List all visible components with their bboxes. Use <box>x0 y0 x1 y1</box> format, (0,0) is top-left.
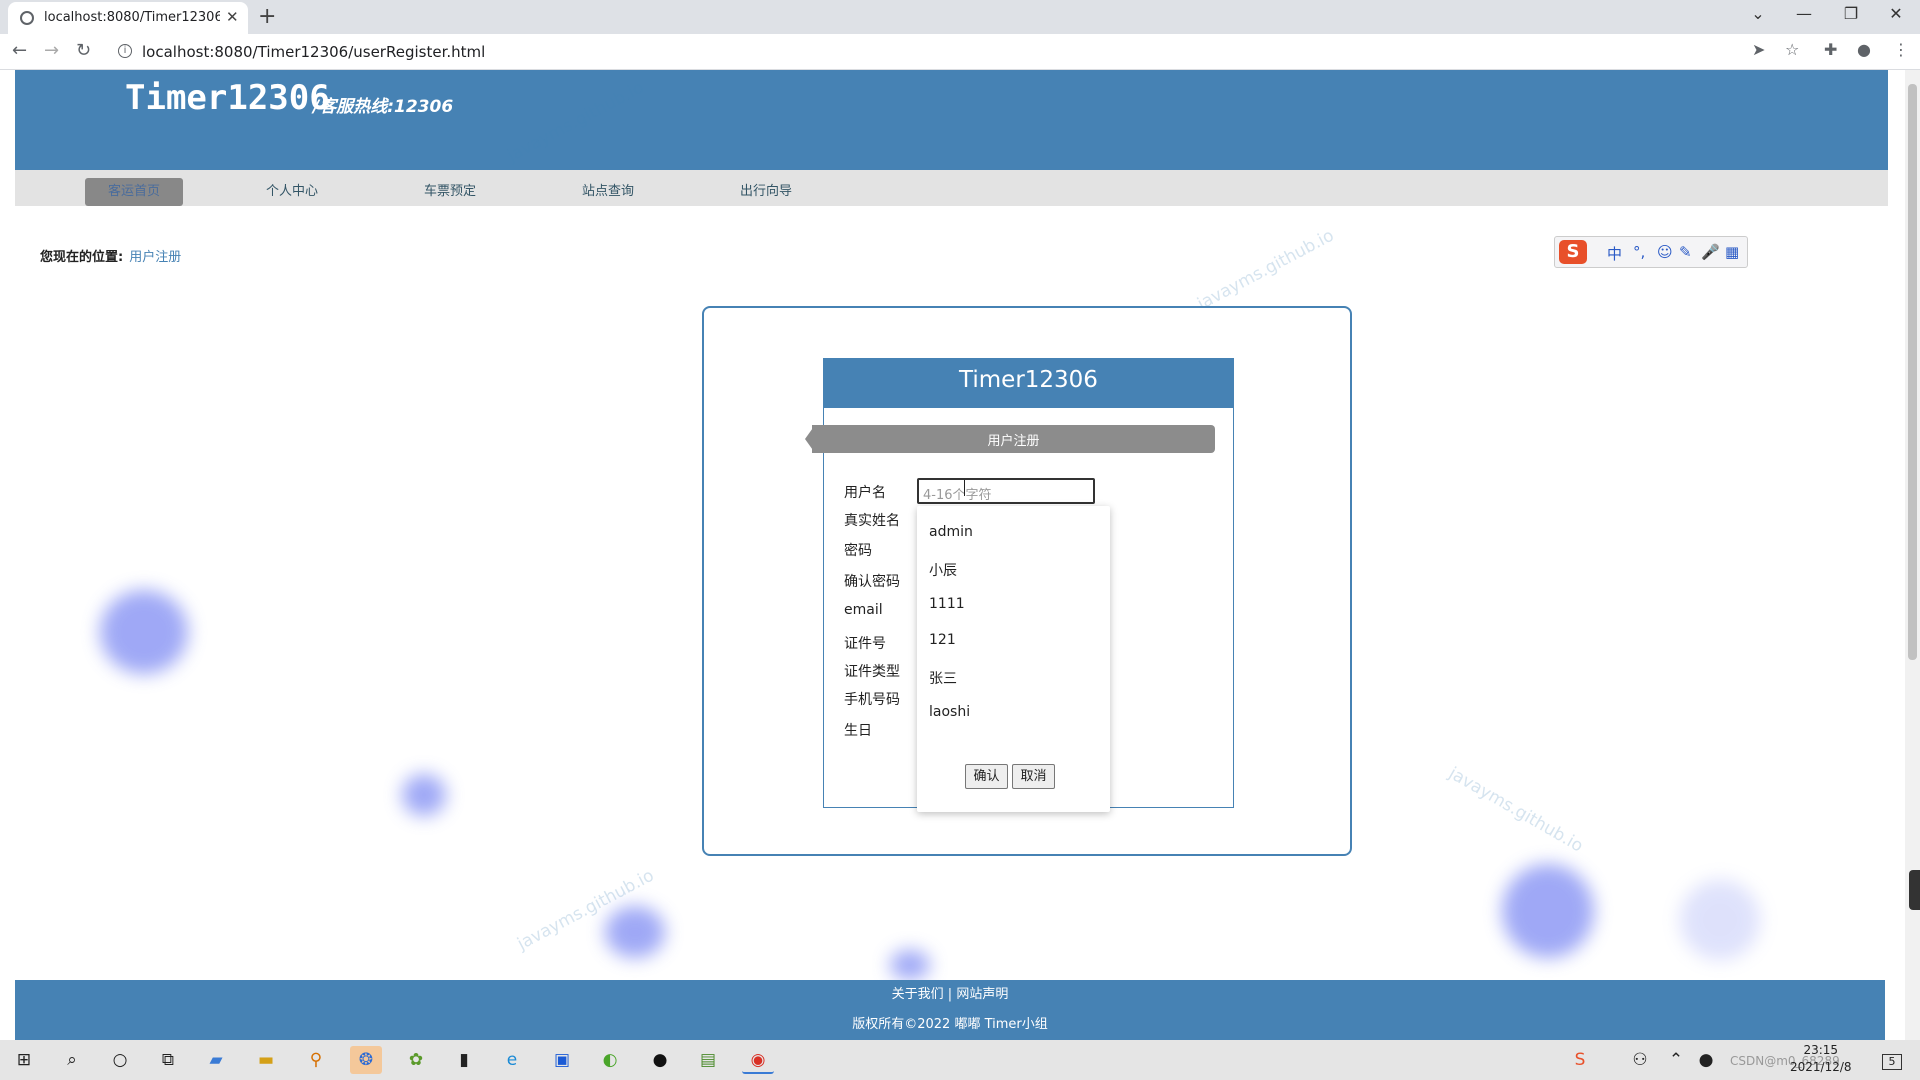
reload-icon[interactable]: ↻ <box>76 40 91 61</box>
ime-toolbar[interactable]: S 中 °, ☺ ✎ 🎤 ▦ <box>1554 236 1748 268</box>
autocomplete-option[interactable]: admin <box>929 524 973 540</box>
app-icon[interactable]: ◐ <box>594 1046 626 1074</box>
qq-icon[interactable]: ● <box>644 1046 676 1074</box>
footer-links[interactable]: 关于我们 | 网站声明 <box>15 983 1885 1002</box>
decorative-blob <box>1680 880 1760 960</box>
meeting-icon[interactable]: ▣ <box>546 1046 578 1074</box>
app-icon[interactable]: ❂ <box>350 1046 382 1074</box>
people-icon[interactable]: ⚇ <box>1624 1046 1656 1074</box>
form-title: Timer12306 <box>959 367 1098 393</box>
chevron-up-icon[interactable]: ⌃ <box>1660 1046 1692 1074</box>
label-password: 密码 <box>844 543 872 559</box>
label-id-type: 证件类型 <box>844 664 900 680</box>
emoji-icon[interactable]: ☺ <box>1657 243 1673 261</box>
task-view-icon[interactable]: ⧉ <box>152 1046 184 1074</box>
breadcrumb-link[interactable]: 用户注册 <box>129 250 181 265</box>
browser-tab[interactable]: localhost:8080/Timer12306/us ✕ <box>8 2 248 34</box>
app-icon[interactable]: ✿ <box>400 1046 432 1074</box>
url-text[interactable]: localhost:8080/Timer12306/userRegister.h… <box>142 43 485 61</box>
close-window-button[interactable]: ✕ <box>1881 4 1911 23</box>
main-nav: 客运首页 个人中心 车票预定 站点查询 出行向导 <box>15 170 1888 206</box>
forward-arrow-icon[interactable]: → <box>44 40 59 61</box>
label-id-number: 证件号 <box>844 636 886 652</box>
label-phone: 手机号码 <box>844 692 900 708</box>
restore-button[interactable]: ❐ <box>1836 4 1866 23</box>
autocomplete-option[interactable]: 张三 <box>929 668 957 688</box>
send-icon[interactable]: ➤ <box>1752 40 1765 59</box>
breadcrumb-label: 您现在的位置: <box>40 250 124 265</box>
label-email: email <box>844 602 883 618</box>
pen-icon[interactable]: ✎ <box>1679 243 1692 261</box>
search-icon[interactable]: ⌕ <box>56 1046 88 1074</box>
search-app-icon[interactable]: ⚲ <box>300 1046 332 1074</box>
site-logo: Timer12306 <box>125 78 330 118</box>
site-header: Timer12306 /客服热线:12306 <box>15 70 1888 170</box>
clock[interactable]: 23:15 2021/12/8 <box>1790 1042 1852 1076</box>
confirm-button[interactable]: 确认 <box>965 764 1008 789</box>
edge-icon[interactable]: e <box>496 1046 528 1074</box>
grid-icon[interactable]: ▦ <box>1725 243 1739 261</box>
autocomplete-option[interactable]: laoshi <box>929 704 970 720</box>
decorative-blob <box>402 774 446 816</box>
watermark: javayms.github.io <box>1194 225 1338 315</box>
profile-icon[interactable]: ● <box>1857 40 1871 59</box>
nav-item-home[interactable]: 客运首页 <box>85 178 183 206</box>
username-placeholder: 4-16个字符 <box>923 488 992 503</box>
autocomplete-option[interactable]: 小辰 <box>929 560 957 580</box>
minimize-button[interactable]: — <box>1789 4 1819 23</box>
label-confirm-password: 确认密码 <box>844 574 900 590</box>
decorative-blob <box>605 906 665 958</box>
new-tab-button[interactable]: + <box>258 4 276 29</box>
notification-icon[interactable]: 5 <box>1882 1054 1902 1070</box>
cortana-icon[interactable]: ○ <box>104 1046 136 1074</box>
terminal-icon[interactable]: ▮ <box>448 1046 480 1074</box>
hotline-text: /客服热线:12306 <box>313 97 454 117</box>
scrollbar-thumb[interactable] <box>1908 84 1917 660</box>
decorative-blob <box>1502 864 1594 958</box>
breadcrumb: 您现在的位置: 用户注册 <box>40 246 181 265</box>
side-tab[interactable] <box>1909 870 1920 910</box>
tab-close-icon[interactable]: ✕ <box>226 8 239 26</box>
file-explorer-icon[interactable]: ▬ <box>250 1046 282 1074</box>
form-subtitle: 用户注册 <box>987 434 1040 449</box>
text-cursor-icon <box>964 480 965 496</box>
nav-item-station[interactable]: 站点查询 <box>559 178 657 206</box>
footer-copyright: 版权所有©2022 嘟嘟 Timer小组 <box>852 1017 1048 1032</box>
clock-date: 2021/12/8 <box>1790 1060 1852 1074</box>
cancel-button[interactable]: 取消 <box>1012 764 1055 789</box>
app-icon[interactable]: ▰ <box>200 1046 232 1074</box>
ime-mode-icon[interactable]: 中 <box>1607 243 1622 264</box>
extensions-puzzle-icon[interactable]: ✚ <box>1824 40 1837 59</box>
watermark: javayms.github.io <box>1445 763 1587 857</box>
qq-tray-icon[interactable]: ● <box>1690 1046 1722 1074</box>
clock-time: 23:15 <box>1803 1043 1839 1057</box>
tab-search-icon[interactable]: ⌄ <box>1743 4 1773 23</box>
info-icon[interactable]: i <box>118 44 132 58</box>
autocomplete-option[interactable]: 121 <box>929 632 956 648</box>
decorative-blob <box>890 950 930 980</box>
windows-start-icon[interactable]: ⊞ <box>8 1046 40 1074</box>
nav-item-personal[interactable]: 个人中心 <box>243 178 341 206</box>
sogou-tray-icon[interactable]: S <box>1564 1046 1596 1074</box>
microphone-icon[interactable]: 🎤 <box>1701 243 1720 261</box>
punctuation-icon[interactable]: °, <box>1633 243 1645 261</box>
nav-item-guide[interactable]: 出行向导 <box>717 178 815 206</box>
browser-tab-bar <box>0 0 1920 34</box>
menu-kebab-icon[interactable]: ⋮ <box>1893 40 1909 59</box>
back-arrow-icon[interactable]: ← <box>12 40 27 61</box>
chrome-icon[interactable]: ◉ <box>742 1046 774 1074</box>
label-username: 用户名 <box>844 485 886 501</box>
globe-icon <box>20 11 34 25</box>
label-realname: 真实姓名 <box>844 513 900 529</box>
sogou-logo-icon[interactable]: S <box>1559 240 1587 264</box>
page-viewport: Timer12306 /客服热线:12306 javayms.github.io… <box>0 70 1905 1040</box>
tab-title: localhost:8080/Timer12306/us <box>44 10 220 25</box>
decorative-blob <box>100 590 188 674</box>
username-input[interactable]: 4-16个字符 <box>917 478 1095 504</box>
autocomplete-option[interactable]: 1111 <box>929 596 965 612</box>
bookmark-star-icon[interactable]: ☆ <box>1785 40 1799 59</box>
label-birthday: 生日 <box>844 723 872 739</box>
nav-item-booking[interactable]: 车票预定 <box>401 178 499 206</box>
app-icon[interactable]: ▤ <box>692 1046 724 1074</box>
